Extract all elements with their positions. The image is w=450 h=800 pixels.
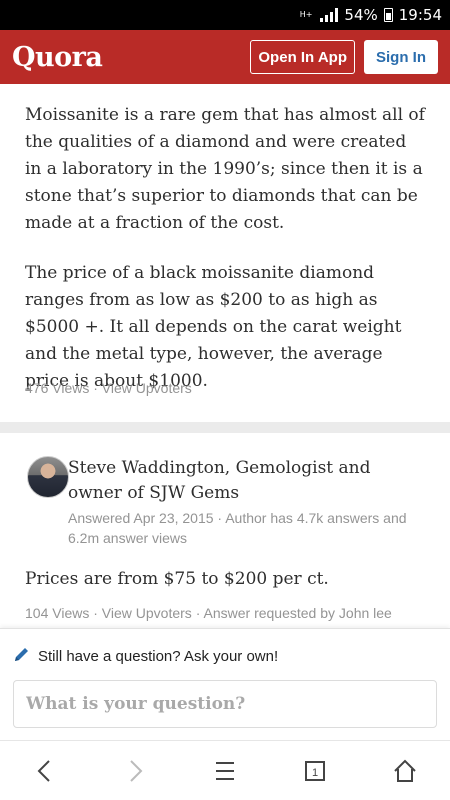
- author-avatar[interactable]: [27, 456, 69, 498]
- ask-prompt: Still have a question? Ask your own!: [38, 648, 279, 665]
- sign-in-button[interactable]: Sign In: [364, 40, 438, 74]
- ask-prompt-row: Still have a question? Ask your own!: [13, 645, 278, 668]
- answer-requested-by[interactable]: Answer requested by John lee: [204, 605, 392, 621]
- answer-paragraph: Moissanite is a rare gem that has almost…: [25, 105, 425, 233]
- back-icon[interactable]: [25, 751, 65, 791]
- signal-icon: [320, 8, 339, 22]
- forward-icon[interactable]: [115, 751, 155, 791]
- menu-icon[interactable]: [205, 751, 245, 791]
- ask-question-panel: Still have a question? Ask your own!: [0, 628, 450, 740]
- app-header: Quora Open In App Sign In: [0, 30, 450, 84]
- battery-icon: [383, 8, 393, 22]
- answer-divider: [0, 422, 450, 433]
- author-credentials: Answered Apr 23, 2015 · Author has 4.7k …: [68, 510, 407, 546]
- pencil-icon: [13, 645, 31, 668]
- meta-separator: ·: [93, 380, 98, 396]
- author-name[interactable]: Steve Waddington, Gemologist and owner o…: [68, 456, 428, 506]
- open-in-app-button[interactable]: Open In App: [250, 40, 355, 74]
- view-upvoters-link[interactable]: View Upvoters: [102, 605, 192, 621]
- network-type: H+: [299, 10, 313, 19]
- answer-paragraph: Prices are from $75 to $200 per ct.: [25, 569, 329, 589]
- tabs-icon[interactable]: 1: [295, 751, 335, 791]
- answer-paragraph: The price of a black moissanite diamond …: [25, 263, 402, 391]
- quora-logo[interactable]: Quora: [12, 42, 250, 73]
- tab-count: 1: [312, 767, 318, 779]
- browser-nav-bar: 1: [0, 740, 450, 800]
- clock: 19:54: [398, 6, 442, 24]
- view-upvoters-link[interactable]: View Upvoters: [102, 380, 192, 396]
- answer-meta: 104 Views · View Upvoters · Answer reque…: [25, 605, 445, 621]
- question-input[interactable]: [13, 680, 437, 728]
- meta-separator: ·: [93, 605, 98, 621]
- status-bar: H+ 54% 19:54: [0, 0, 450, 30]
- views-count: 476 Views: [25, 380, 90, 396]
- meta-separator: ·: [195, 605, 201, 621]
- home-icon[interactable]: [385, 751, 425, 791]
- battery-percent: 54%: [344, 6, 378, 24]
- answer-meta: 476 Views · View Upvoters: [25, 380, 192, 396]
- views-count: 104 Views: [25, 605, 90, 621]
